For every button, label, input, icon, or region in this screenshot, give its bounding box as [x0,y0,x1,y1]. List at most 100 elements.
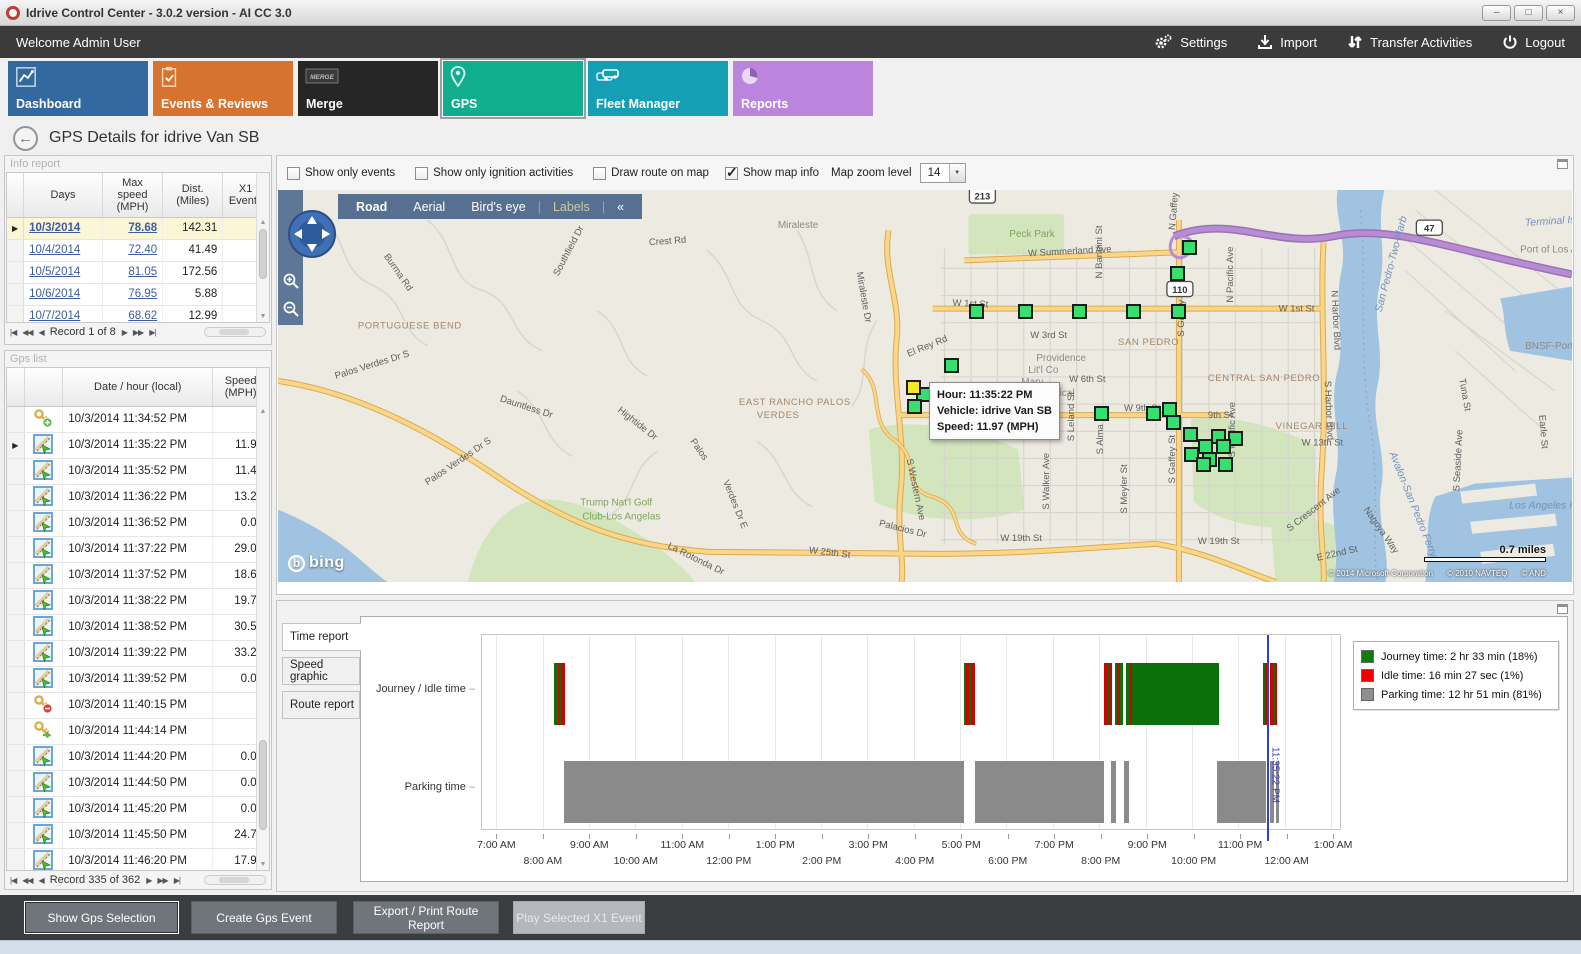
map-style-road[interactable]: Road [356,200,387,214]
map-marker[interactable] [1196,457,1211,472]
show-gps-selection-button[interactable]: Show Gps Selection [24,901,179,934]
map-marker[interactable] [1218,457,1233,472]
gps-row[interactable]: 10/3/2014 11:38:52 PM30.55 [7,614,269,640]
gps-column-header[interactable] [24,368,63,406]
collapse-toolbar-button[interactable]: « [617,200,624,214]
gps-row[interactable]: 10/3/2014 11:45:20 PM0.00 [7,796,269,822]
last-record-button[interactable]: ▶| [149,328,155,337]
max-speed-link[interactable]: 78.68 [128,222,157,234]
show-map-info-checkbox[interactable]: Show map info [725,167,819,180]
map-marker[interactable] [944,358,959,373]
last-record-button[interactable]: ▶| [174,876,180,885]
gps-row[interactable]: 10/3/2014 11:44:20 PM0.00 [7,744,269,770]
gps-row[interactable]: 10/3/2014 11:35:52 PM11.47 [7,458,269,484]
gps-row[interactable]: 10/3/2014 11:36:22 PM13.28 [7,484,269,510]
maximize-panel-icon[interactable] [1557,159,1568,169]
info-row[interactable]: 10/4/201472.4041.49 [7,239,269,261]
map-style-aerial[interactable]: Aerial [413,200,445,214]
info-report-scrollbar[interactable]: ▲ ▼ [256,173,269,322]
gps-row[interactable]: 10/3/2014 11:37:52 PM18.63 [7,562,269,588]
day-link[interactable]: 10/6/2014 [29,288,80,300]
draw-route-checkbox[interactable]: Draw route on map [593,167,709,180]
next-record-button[interactable]: ▶ [146,876,151,885]
map-compass[interactable] [286,208,338,263]
maximize-panel-icon[interactable] [1557,604,1568,614]
map-marker[interactable] [969,304,984,319]
horizontal-scrollbar[interactable] [204,327,266,337]
time-cursor[interactable] [1267,635,1269,841]
map-style-birdseye[interactable]: Bird's eye [471,200,526,214]
tab-route-report[interactable]: Route report [282,691,360,719]
max-speed-link[interactable]: 72.40 [128,244,157,256]
create-gps-event-button[interactable]: Create Gps Event [191,901,337,934]
nav-tile-merge[interactable]: MERGEMerge [298,61,438,116]
info-column-header[interactable]: Max speed (MPH) [102,173,162,217]
map-marker-selected[interactable] [906,380,921,395]
gps-row[interactable]: 10/3/2014 11:39:52 PM0.00 [7,666,269,692]
maximize-button[interactable]: □ [1514,5,1543,21]
gps-row[interactable]: 10/3/2014 11:38:22 PM19.70 [7,588,269,614]
gps-row[interactable]: 10/3/2014 11:36:52 PM0.00 [7,510,269,536]
menu-transfer-activities[interactable]: Transfer Activities [1347,34,1472,50]
map-marker[interactable] [1170,266,1185,281]
day-link[interactable]: 10/3/2014 [29,222,80,234]
gps-row[interactable]: 10/3/2014 11:44:14 PM [7,718,269,744]
nav-tile-dashboard[interactable]: Dashboard [8,61,148,116]
max-speed-link[interactable]: 76.95 [128,288,157,300]
nav-tile-gps[interactable]: GPS [443,61,583,116]
next-page-button[interactable]: ▶▶ [133,328,143,337]
zoom-in-button[interactable] [281,272,300,291]
map-zoom-select[interactable]: 14 ▼ [920,163,966,183]
map-style-labels[interactable]: Labels [553,200,590,214]
first-record-button[interactable]: |◀ [10,876,16,885]
map-marker[interactable] [1094,406,1109,421]
nav-tile-fleet-manager[interactable]: Fleet Manager [588,61,728,116]
gps-row[interactable]: 10/3/2014 11:34:52 PM [7,406,269,432]
tab-time-report[interactable]: Time report [282,623,361,651]
info-row[interactable]: 10/6/201476.955.88 [7,283,269,305]
max-speed-link[interactable]: 68.62 [128,310,157,322]
map[interactable]: MiralesteCrest RdBurma RdSouthfield DrMi… [278,190,1572,582]
gps-row[interactable]: ▶10/3/2014 11:35:22 PM11.97 [7,432,269,458]
map-marker[interactable] [1018,304,1033,319]
nav-tile-events-reviews[interactable]: Events & Reviews [153,61,293,116]
menu-import[interactable]: Import [1257,34,1317,50]
gps-list-scrollbar[interactable]: ▲ ▼ [256,368,269,870]
menu-logout[interactable]: Logout [1502,34,1565,50]
prev-record-button[interactable]: ◀ [39,876,44,885]
menu-settings[interactable]: Settings [1153,33,1227,51]
map-marker[interactable] [1162,402,1177,417]
map-marker[interactable] [1166,415,1181,430]
map-marker[interactable] [1183,427,1198,442]
gps-row[interactable]: 10/3/2014 11:40:15 PM [7,692,269,718]
export-print-route-report-button[interactable]: Export / Print Route Report [353,901,499,934]
horizontal-scrollbar[interactable] [204,875,266,885]
next-record-button[interactable]: ▶ [122,328,127,337]
gps-row[interactable]: 10/3/2014 11:37:22 PM29.05 [7,536,269,562]
zoom-out-button[interactable] [281,300,300,319]
day-link[interactable]: 10/5/2014 [29,266,80,278]
gps-row[interactable]: 10/3/2014 11:44:50 PM0.00 [7,770,269,796]
map-marker[interactable] [1182,240,1197,255]
map-marker[interactable] [1126,304,1141,319]
max-speed-link[interactable]: 81.05 [128,266,157,278]
info-column-header[interactable] [7,173,24,217]
back-button[interactable]: ← [13,126,38,151]
first-record-button[interactable]: |◀ [10,328,16,337]
close-button[interactable]: × [1546,5,1575,21]
map-marker[interactable] [1072,304,1087,319]
info-column-header[interactable]: Dist. (Miles) [163,173,223,217]
gps-column-header[interactable] [7,368,24,406]
info-row[interactable]: 10/7/201468.6212.99 [7,305,269,323]
gps-row[interactable]: 10/3/2014 11:45:50 PM24.75 [7,822,269,848]
nav-tile-reports[interactable]: Reports [733,61,873,116]
prev-record-button[interactable]: ◀ [39,328,44,337]
gps-row[interactable]: 10/3/2014 11:39:22 PM33.21 [7,640,269,666]
map-marker[interactable] [1146,406,1161,421]
gps-row[interactable]: 10/3/2014 11:46:20 PM17.93 [7,848,269,871]
info-row[interactable]: 10/5/201481.05172.56 [7,261,269,283]
info-row[interactable]: ▶10/3/201478.68142.31 [7,217,269,239]
map-marker[interactable] [1216,439,1231,454]
map-marker[interactable] [1171,304,1186,319]
next-page-button[interactable]: ▶▶ [157,876,167,885]
